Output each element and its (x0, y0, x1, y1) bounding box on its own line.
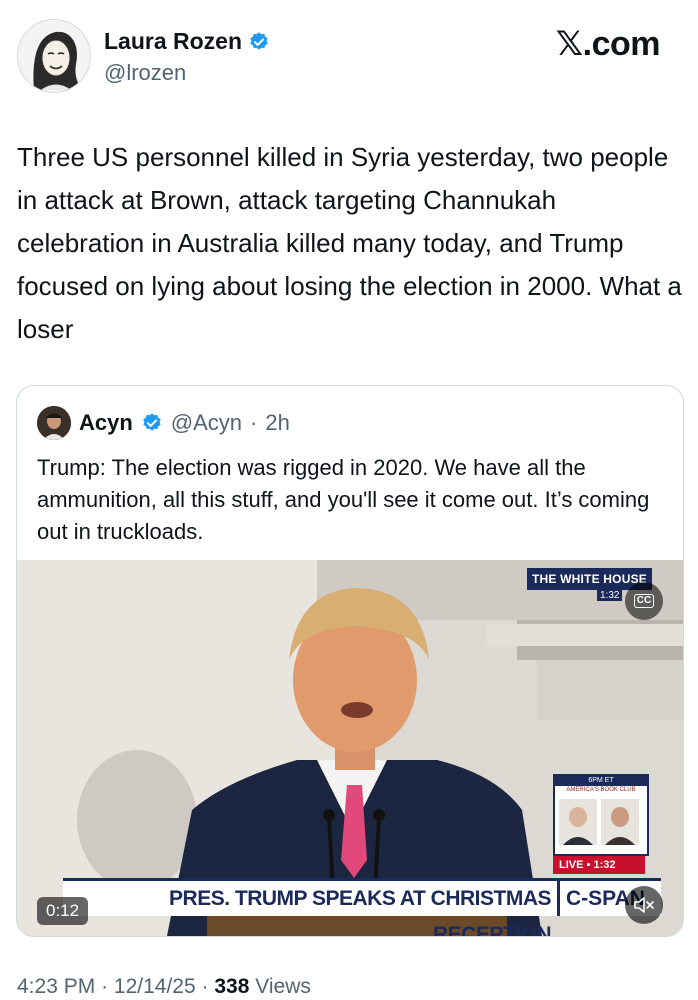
verified-badge-icon (250, 31, 268, 50)
views-count: 338 (214, 975, 250, 998)
quoted-author-name[interactable]: Acyn (79, 410, 133, 436)
author-name-row: Laura Rozen (104, 28, 270, 55)
closed-captions-button[interactable]: CC (625, 582, 663, 620)
post-date[interactable]: 12/14/25 (114, 975, 196, 998)
post-meta: 4:23 PM · 12/14/25 · 338 Views (17, 975, 311, 999)
closed-captions-icon: CC (633, 594, 655, 608)
author-avatar-illustration (18, 20, 90, 92)
book-club-time: 6PM ET (555, 776, 647, 786)
quoted-post-age[interactable]: 2h (265, 410, 289, 436)
quoted-avatar-illustration (37, 406, 71, 440)
verified-badge-icon (143, 413, 161, 431)
live-time: 1:32 (593, 859, 616, 871)
quoted-author-handle[interactable]: @Acyn (171, 410, 242, 436)
author-display-name[interactable]: Laura Rozen (104, 28, 242, 55)
network-bug-time: 1:32 (597, 590, 623, 601)
book-club-inset: 6PM ET AMERICA'S BOOK CLUB (553, 774, 649, 856)
book-club-photos (559, 799, 639, 845)
speaker-muted-icon (634, 897, 654, 913)
live-label: LIVE (559, 859, 584, 871)
live-indicator: LIVE ▪ 1:32 (553, 856, 645, 874)
post-header: Laura Rozen @lrozen 𝕏.com (0, 0, 698, 100)
unmute-button[interactable] (625, 886, 663, 924)
views-label: Views (255, 975, 311, 998)
post-text: Three US personnel killed in Syria yeste… (17, 142, 682, 344)
author-avatar[interactable] (17, 19, 91, 93)
quoted-author-avatar[interactable] (37, 406, 71, 440)
x-logo-icon: 𝕏 (555, 24, 583, 64)
quoted-meta-separator: · (250, 410, 258, 435)
video-duration: 0:12 (37, 897, 89, 925)
site-brand-suffix: .com (582, 25, 661, 63)
site-brand: 𝕏.com (555, 24, 661, 64)
author-handle[interactable]: @lrozen (104, 60, 186, 86)
quoted-post-header: Acyn @Acyn · 2h (37, 406, 290, 440)
meta-separator: · (201, 975, 209, 998)
quoted-post-card[interactable]: Acyn @Acyn · 2h Trump: The election was … (16, 385, 684, 937)
post-time[interactable]: 4:23 PM (17, 975, 95, 998)
news-chyron: PRES. TRUMP SPEAKS AT CHRISTMAS RECEPTIO… (63, 878, 557, 936)
quoted-post-text: Trump: The election was rigged in 2020. … (37, 455, 650, 544)
meta-separator: · (101, 975, 109, 998)
video-player[interactable]: THE WHITE HOUSE 1:32 CC 6PM ET AMERICA'S… (17, 560, 683, 936)
book-club-title: AMERICA'S BOOK CLUB (566, 787, 636, 793)
